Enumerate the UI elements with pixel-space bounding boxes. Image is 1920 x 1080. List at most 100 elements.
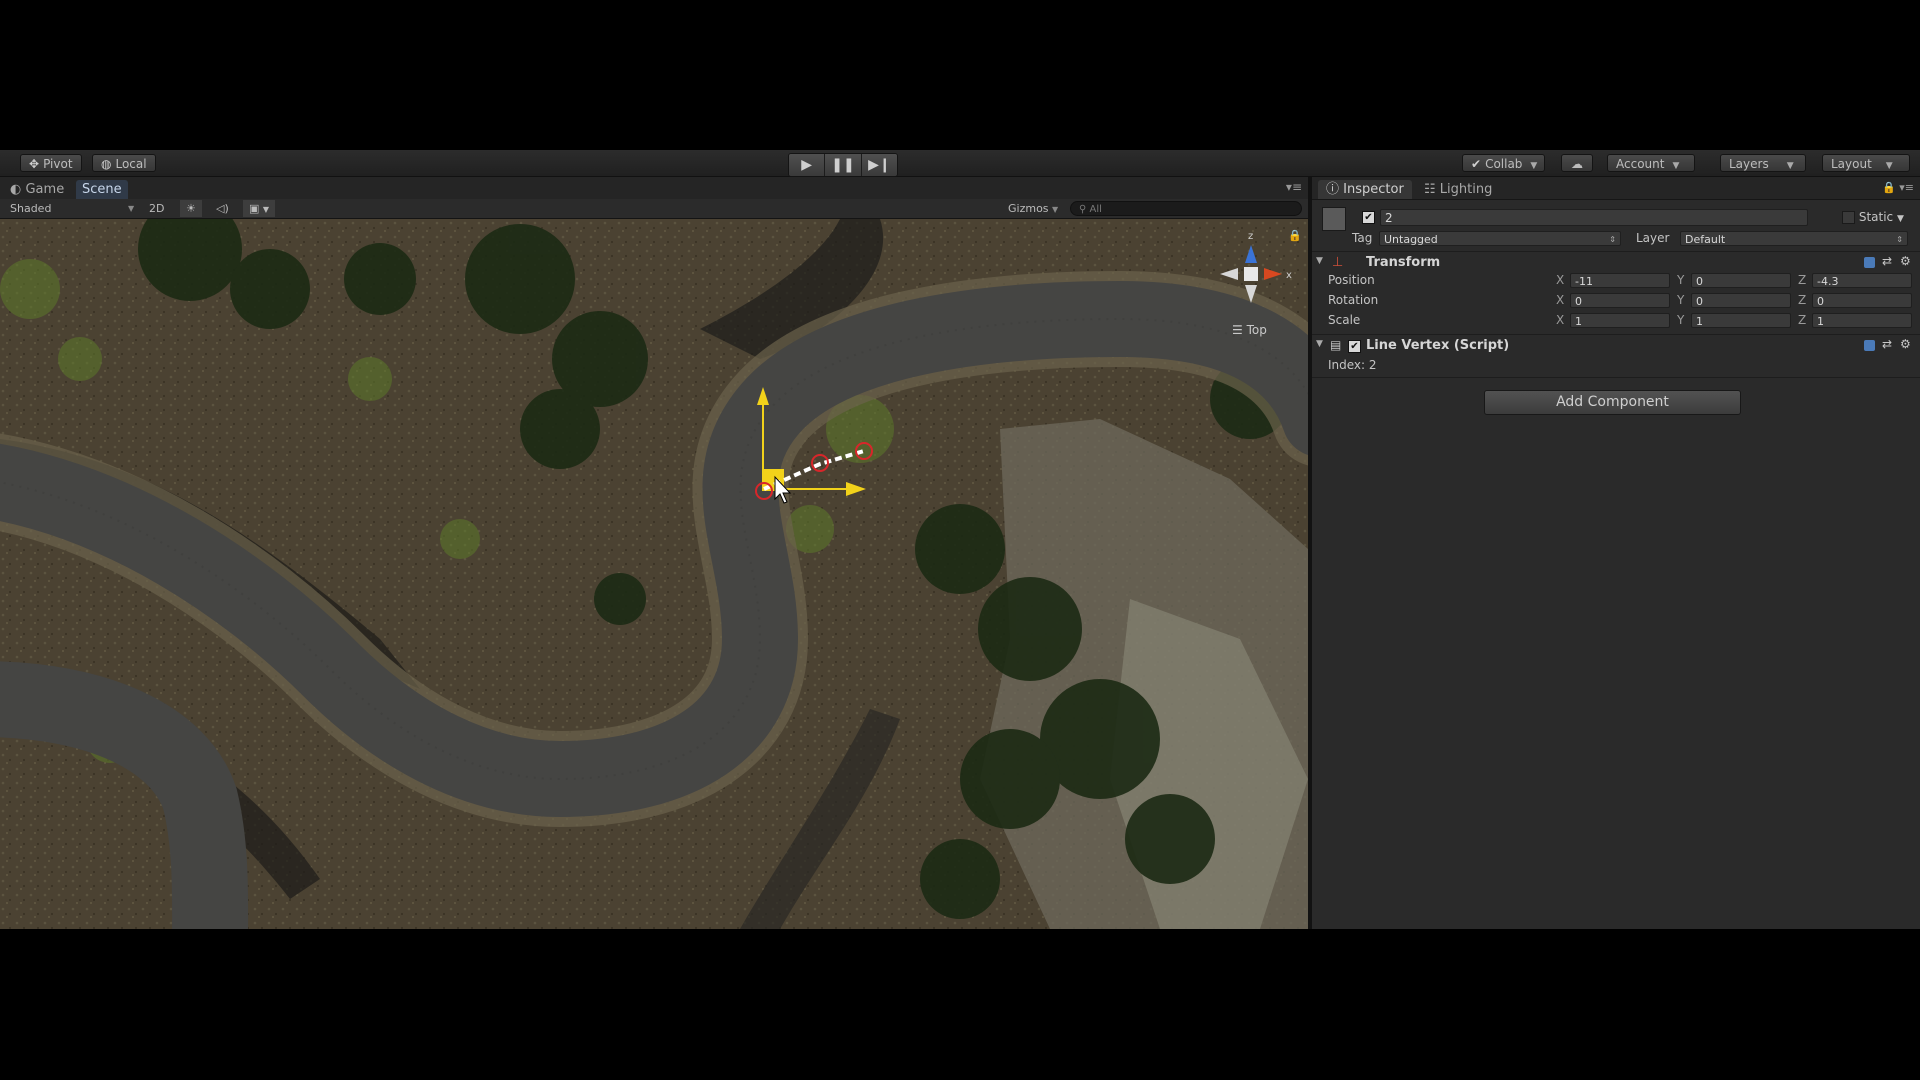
foldout-arrow-icon: ▼: [1316, 256, 1323, 266]
active-checkbox[interactable]: ✔: [1362, 210, 1375, 225]
effects-dropdown[interactable]: ▣ ▼: [243, 200, 276, 217]
script-icon: ▤: [1330, 338, 1342, 352]
tab-lighting[interactable]: ☷ Lighting: [1416, 180, 1500, 199]
tag-dropdown[interactable]: Untagged ⇕: [1379, 231, 1621, 246]
layers-dropdown[interactable]: Layers ▼: [1720, 154, 1806, 172]
sun-icon: ☀: [186, 202, 196, 215]
inspector-tabbar: ⓘ Inspector ☷ Lighting 🔒 ▾≡: [1312, 177, 1920, 200]
gameobject-icon: [1322, 207, 1346, 231]
foldout-arrow-icon: ▼: [1316, 339, 1323, 349]
transform-icon: ⊥: [1332, 255, 1344, 270]
axis-z-label: Z: [1798, 313, 1807, 327]
rotation-label: Rotation: [1328, 293, 1379, 307]
playback-controls: ▶ ❚❚ ▶❙: [788, 153, 898, 177]
account-dropdown[interactable]: Account ▼: [1607, 154, 1695, 172]
lock-icon: 🔒: [1288, 229, 1302, 242]
static-toggle[interactable]: Static ▼: [1842, 210, 1904, 224]
scene-tabbar: ◐ Game Scene ▾≡: [0, 177, 1308, 200]
gear-icon[interactable]: ⚙: [1900, 337, 1911, 351]
pause-button[interactable]: ❚❚: [825, 154, 862, 176]
chevron-down-icon: ▼: [1530, 161, 1538, 171]
position-label: Position: [1328, 273, 1375, 287]
rotation-z-field[interactable]: 0: [1812, 293, 1912, 308]
index-readout: Index: 2: [1328, 358, 1377, 372]
inspector-menu-icon[interactable]: 🔒 ▾≡: [1882, 181, 1914, 194]
divider: [1312, 377, 1920, 378]
collab-dropdown[interactable]: ✔ Collab ▼: [1462, 154, 1545, 172]
inspector-panel: ⓘ Inspector ☷ Lighting 🔒 ▾≡ ✔ 2 Static ▼…: [1312, 177, 1920, 929]
chevron-down-icon: ▼: [1885, 161, 1893, 171]
axis-y-label: Y: [1677, 293, 1685, 307]
shading-mode-dropdown[interactable]: Shaded ▼: [10, 200, 134, 217]
2d-toggle-button[interactable]: 2D: [149, 200, 164, 217]
lighting-icon: ☷: [1424, 182, 1436, 197]
chevron-down-icon: ▼: [1052, 205, 1059, 214]
position-z-field[interactable]: -4.3: [1812, 273, 1912, 288]
transform-header[interactable]: ▼ ⊥ Transform ⇄ ⚙: [1312, 254, 1920, 272]
position-y-field[interactable]: 0: [1691, 273, 1791, 288]
cloud-button[interactable]: ☁: [1561, 154, 1593, 172]
pause-icon: ❚❚: [831, 157, 855, 173]
help-icon[interactable]: [1864, 340, 1875, 351]
scale-y-field[interactable]: 1: [1691, 313, 1791, 328]
step-button[interactable]: ▶❙: [861, 154, 897, 176]
rotation-y-field[interactable]: 0: [1691, 293, 1791, 308]
layout-dropdown[interactable]: Layout ▼: [1822, 154, 1910, 172]
scale-z-field[interactable]: 1: [1812, 313, 1912, 328]
game-icon: ◐: [10, 182, 22, 197]
object-name-field[interactable]: 2: [1380, 209, 1808, 226]
line-vertex-header[interactable]: ▼ ▤ ✔ Line Vertex (Script) ⇄ ⚙: [1312, 337, 1920, 355]
info-icon: ⓘ: [1326, 182, 1340, 197]
gear-icon[interactable]: ⚙: [1900, 254, 1911, 268]
panel-menu-icon[interactable]: ▾≡: [1286, 180, 1302, 194]
chevron-down-icon: ⇕: [1896, 235, 1903, 244]
preset-icon[interactable]: ⇄: [1882, 337, 1892, 351]
layer-label: Layer: [1636, 231, 1670, 245]
cloud-icon: ☁: [1571, 157, 1583, 171]
gizmo-x-label: x: [1286, 270, 1292, 281]
tab-scene[interactable]: Scene: [76, 180, 128, 199]
add-component-button[interactable]: Add Component: [1484, 390, 1741, 415]
search-icon: ⚲: [1079, 204, 1087, 215]
help-icon[interactable]: [1864, 257, 1875, 268]
tab-inspector[interactable]: ⓘ Inspector: [1318, 180, 1412, 199]
scale-label: Scale: [1328, 313, 1361, 327]
local-toggle-button[interactable]: ◍ Local: [92, 154, 156, 172]
axis-y-label: Y: [1677, 313, 1685, 327]
terrain-render: z x 🔒: [0, 219, 1308, 929]
position-x-field[interactable]: -11: [1570, 273, 1670, 288]
axis-z-label: Z: [1798, 293, 1807, 307]
scale-x-field[interactable]: 1: [1570, 313, 1670, 328]
tag-label: Tag: [1352, 231, 1373, 245]
menu-icon: ☰: [1232, 323, 1243, 337]
scene-viewport[interactable]: z x 🔒 ☰ Top: [0, 219, 1308, 929]
audio-toggle-button[interactable]: ◁): [216, 200, 229, 217]
rotation-x-field[interactable]: 0: [1570, 293, 1670, 308]
pivot-icon: ✥: [29, 157, 40, 171]
scene-panel: ◐ Game Scene ▾≡ Shaded ▼ 2D ☀ ◁) ▣ ▼ Gizm…: [0, 177, 1308, 929]
chevron-down-icon: ▼: [1896, 214, 1904, 224]
axis-z-label: Z: [1798, 273, 1807, 287]
chevron-down-icon: ▼: [128, 204, 135, 213]
pivot-toggle-button[interactable]: ✥ Pivot: [20, 154, 82, 172]
check-icon: ✔: [1471, 157, 1482, 171]
play-button[interactable]: ▶: [789, 154, 826, 176]
speaker-icon: ◁): [216, 202, 229, 215]
divider: [1312, 251, 1920, 252]
chevron-down-icon: ⇕: [1609, 235, 1616, 244]
script-enabled-checkbox[interactable]: ✔: [1348, 339, 1361, 354]
letterbox-bottom: [0, 929, 1920, 1080]
scene-search-input[interactable]: ⚲ All: [1070, 201, 1302, 216]
chevron-down-icon: ▼: [1786, 161, 1794, 171]
view-mode-label[interactable]: ☰ Top: [1232, 323, 1267, 337]
gizmos-dropdown[interactable]: Gizmos ▼: [1008, 200, 1058, 217]
chevron-down-icon: ▼: [1672, 161, 1680, 171]
letterbox-top: [0, 0, 1920, 150]
globe-icon: ◍: [101, 157, 112, 171]
chevron-down-icon: ▼: [262, 205, 270, 214]
lighting-toggle-button[interactable]: ☀: [180, 200, 202, 217]
layer-dropdown[interactable]: Default ⇕: [1680, 231, 1908, 246]
preset-icon[interactable]: ⇄: [1882, 254, 1892, 268]
tab-game[interactable]: ◐ Game: [4, 180, 70, 199]
axis-x-label: X: [1556, 293, 1565, 307]
